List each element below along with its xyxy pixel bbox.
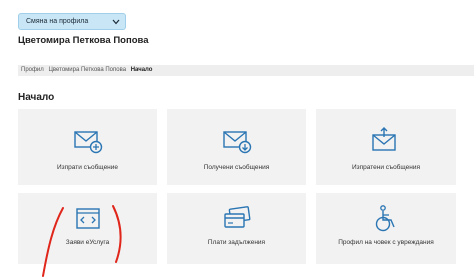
breadcrumb-item-profile[interactable]: Профил — [21, 67, 44, 73]
profile-switch-label: Смяна на профила — [26, 18, 89, 25]
user-name: Цветомира Петкова Попова — [18, 35, 149, 46]
tile-label: Плати задължения — [207, 239, 266, 246]
breadcrumb: Профил Цветомира Петкова Попова Начало — [18, 65, 474, 76]
chevron-down-icon — [112, 19, 120, 25]
tile-label: Профил на човек с увреждания — [338, 239, 434, 246]
tile-label: Изпратени съобщения — [351, 164, 421, 171]
wheelchair-icon — [375, 205, 395, 232]
tile-label: Получени съобщения — [203, 164, 270, 171]
tile-disability-profile[interactable]: Профил на човек с увреждания — [316, 193, 456, 264]
tile-send-message[interactable]: Изпрати съобщение — [18, 109, 157, 185]
envelope-upload-icon — [372, 127, 396, 151]
tile-sent-messages[interactable]: Изпратени съобщения — [316, 109, 456, 185]
envelope-download-icon — [222, 131, 251, 154]
envelope-plus-icon — [73, 131, 102, 154]
tile-request-eservice[interactable]: Заяви еУслуга — [18, 193, 157, 264]
credit-cards-icon — [223, 206, 250, 228]
breadcrumb-item-user[interactable]: Цветомира Петкова Попова — [48, 67, 126, 73]
tile-pay-obligations[interactable]: Плати задължения — [167, 193, 306, 264]
tile-received-messages[interactable]: Получени съобщения — [167, 109, 306, 185]
page-title: Начало — [18, 92, 55, 103]
tile-label: Изпрати съобщение — [56, 164, 119, 171]
code-window-icon — [75, 208, 100, 229]
breadcrumb-item-current: Начало — [130, 67, 153, 73]
profile-switch-button[interactable]: Смяна на профила — [18, 13, 126, 30]
tile-label: Заяви еУслуга — [65, 239, 110, 246]
